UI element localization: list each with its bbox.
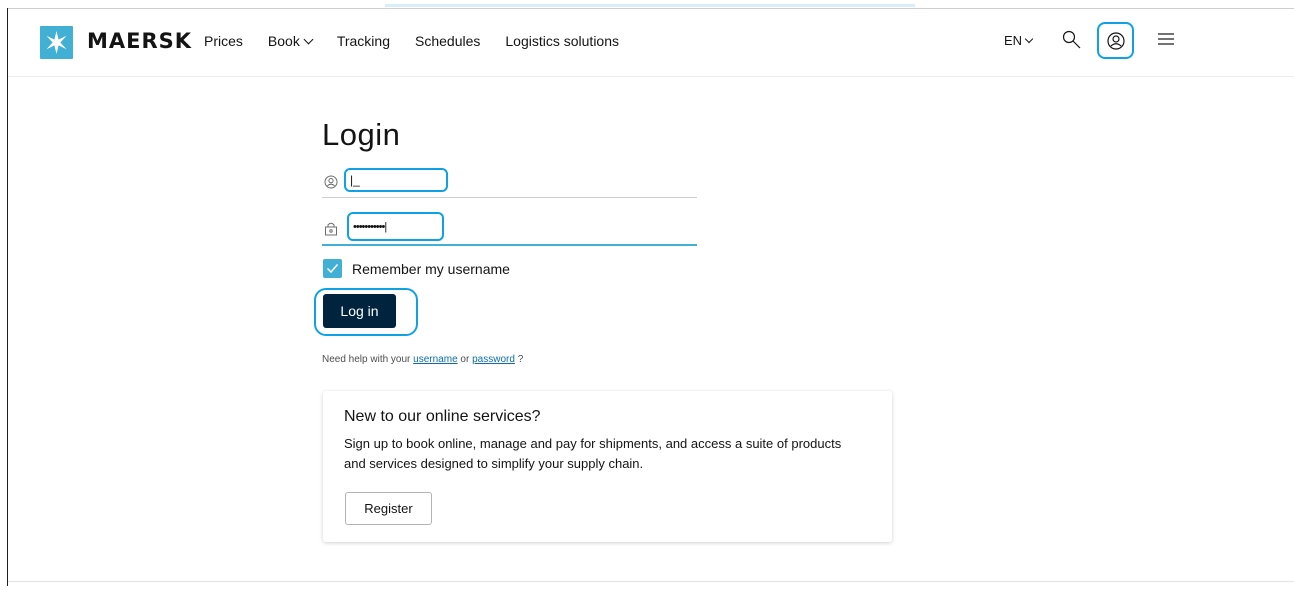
main-nav: Prices Book Tracking Schedules Logistics… [204, 33, 644, 49]
password-field [322, 212, 697, 246]
window-left-border [7, 8, 8, 586]
login-button[interactable]: Log in [323, 294, 396, 328]
page-title: Login [322, 117, 401, 152]
remember-checkbox[interactable] [323, 259, 342, 278]
nav-item-book[interactable]: Book [267, 33, 314, 49]
remember-username: Remember my username [323, 259, 510, 278]
help-suffix: ? [517, 354, 524, 365]
checkmark-icon [326, 264, 339, 274]
chevron-down-icon [1024, 34, 1034, 44]
nav-item-label: Logistics solutions [505, 33, 620, 49]
signup-card-title: New to our online services? [344, 408, 541, 425]
site-header: MAERSK Prices Book Tracking Schedules Lo… [8, 9, 1294, 77]
nav-item-tracking[interactable]: Tracking [337, 33, 390, 49]
language-label: EN [1004, 33, 1023, 48]
nav-item-logistics-solutions[interactable]: Logistics solutions [505, 33, 619, 49]
help-connector: or [460, 354, 470, 365]
top-accent-strip [385, 0, 915, 8]
help-text: Need help with your username or password… [322, 354, 523, 365]
nav-item-label: Tracking [336, 33, 390, 49]
user-icon [1106, 31, 1125, 50]
help-prefix: Need help with your [322, 354, 411, 365]
nav-item-prices[interactable]: Prices [204, 33, 243, 49]
menu-icon[interactable] [1158, 32, 1174, 46]
password-input[interactable] [347, 212, 444, 241]
chevron-down-icon [303, 34, 314, 45]
nav-item-label: Prices [204, 33, 243, 49]
user-account-button[interactable] [1097, 22, 1134, 59]
nav-item-label: Book [267, 33, 300, 49]
signup-card-body: Sign up to book online, manage and pay f… [344, 436, 842, 471]
register-button[interactable]: Register [345, 492, 432, 525]
username-help-link[interactable]: username [413, 354, 457, 365]
nav-item-label: Schedules [415, 33, 481, 49]
lock-icon [325, 222, 337, 236]
signup-card: New to our online services? Sign up to b… [323, 391, 892, 542]
username-field [322, 166, 697, 198]
username-input[interactable] [344, 168, 448, 192]
remember-label[interactable]: Remember my username [352, 261, 510, 277]
user-icon [324, 175, 338, 189]
maersk-star-logo[interactable] [40, 26, 73, 59]
language-selector[interactable]: EN [1004, 33, 1034, 48]
footer-divider [8, 581, 1294, 582]
password-help-link[interactable]: password [472, 354, 515, 365]
brand-wordmark[interactable]: MAERSK [87, 29, 192, 53]
nav-item-schedules[interactable]: Schedules [415, 33, 480, 49]
search-icon[interactable] [1061, 29, 1083, 51]
